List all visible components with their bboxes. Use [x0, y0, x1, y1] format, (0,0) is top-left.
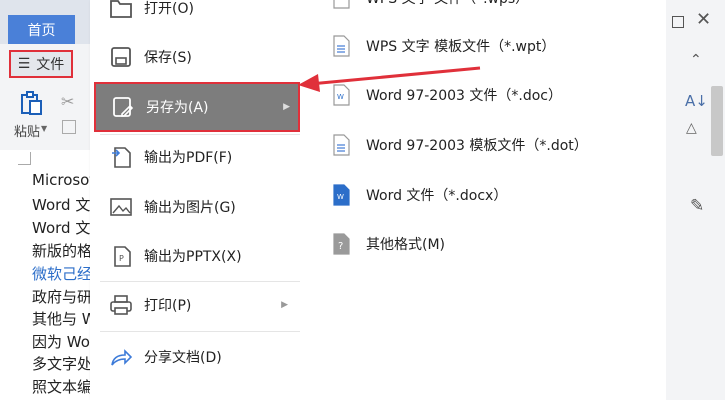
doc-line: Word 文	[32, 196, 91, 214]
menu-save[interactable]: 保存(S)	[90, 34, 298, 80]
paste-label[interactable]: 粘贴	[14, 121, 40, 140]
tab-home[interactable]: 首页	[8, 15, 75, 44]
menu-export-pdf[interactable]: 输出为PDF(F)	[90, 134, 298, 180]
margin-marker	[18, 152, 31, 165]
doc-line: 因为 Wor	[32, 333, 97, 351]
menu-export-pptx[interactable]: P 输出为PPTX(X)	[90, 233, 298, 279]
export-pptx-icon: P	[108, 243, 134, 269]
hamburger-icon: ☰	[17, 56, 31, 72]
printer-icon	[108, 292, 134, 318]
file-menu-label: 文件	[36, 57, 65, 73]
file-menu-button[interactable]: ☰ 文件	[9, 50, 73, 78]
svg-text:P: P	[119, 254, 124, 263]
submenu-arrow-icon: ▶	[283, 102, 290, 112]
unknown-format-icon: ?	[330, 231, 352, 257]
export-image-icon	[108, 194, 134, 220]
doc-line: 微软己经	[32, 265, 93, 283]
cut-icon[interactable]: ✂	[61, 92, 74, 111]
svg-text:W: W	[337, 193, 344, 201]
paste-dropdown-icon[interactable]: ▼	[41, 124, 47, 133]
menu-export-image[interactable]: 输出为图片(G)	[90, 184, 298, 230]
doc-line: 政府与研	[32, 288, 93, 306]
menu-divider	[100, 331, 300, 332]
template-file-icon	[330, 33, 352, 59]
restore-window-icon[interactable]	[672, 16, 684, 28]
submenu-dot[interactable]: Word 97-2003 模板文件（*.dot）	[330, 125, 588, 165]
menu-share[interactable]: 分享文档(D)	[90, 334, 298, 380]
submenu-arrow-icon: ▶	[281, 300, 288, 310]
svg-text:?: ?	[338, 241, 343, 252]
paste-icon[interactable]	[18, 90, 44, 116]
menu-print[interactable]: 打印(P) ▶	[90, 282, 298, 328]
submenu-wps[interactable]: WPS 文字 文件（*.wps）	[330, 0, 529, 18]
submenu-docx[interactable]: W Word 文件（*.docx）	[330, 175, 507, 215]
close-window-icon[interactable]: ✕	[696, 9, 711, 30]
copy-icon[interactable]	[62, 120, 76, 134]
doc-line: 多文字处	[32, 355, 93, 373]
save-icon	[108, 44, 134, 70]
doc-line: 照文本编	[32, 378, 93, 396]
annotation-arrow	[298, 66, 481, 92]
word-docx-icon: W	[330, 182, 352, 208]
folder-icon	[108, 0, 134, 21]
collapse-ribbon-icon[interactable]: ⌃	[690, 52, 702, 68]
submenu-other-formats[interactable]: ? 其他格式(M)	[330, 224, 445, 264]
scrollbar[interactable]	[711, 86, 723, 156]
word-template-icon	[330, 132, 352, 158]
doc-line: 其他与 W	[32, 310, 97, 328]
menu-open[interactable]: 打开(O)	[90, 0, 298, 31]
text-direction-icon[interactable]: A↓	[685, 92, 708, 110]
edit-pen-icon[interactable]: ✎	[690, 196, 704, 216]
save-as-icon	[110, 94, 136, 120]
menu-save-as[interactable]: 另存为(A) ▶	[94, 82, 300, 132]
export-pdf-icon	[108, 144, 134, 170]
wps-file-icon	[330, 0, 352, 11]
share-icon	[108, 344, 134, 370]
highlight-icon[interactable]: △	[686, 120, 697, 136]
doc-line: 新版的格	[32, 242, 93, 260]
